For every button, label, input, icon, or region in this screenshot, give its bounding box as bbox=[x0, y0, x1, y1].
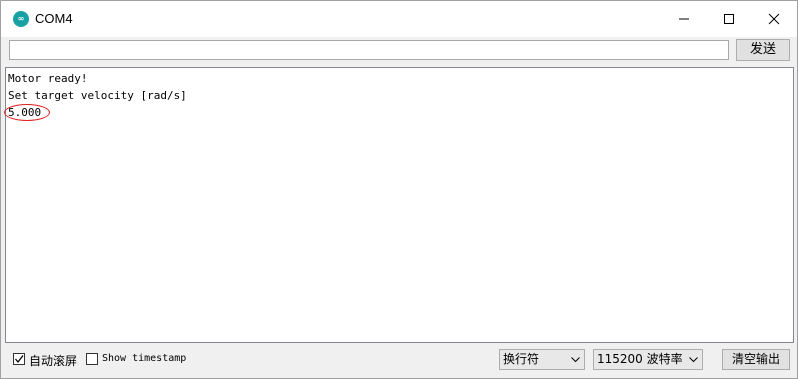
baud-rate-select[interactable]: 115200 波特率 bbox=[593, 349, 703, 370]
minimize-button[interactable] bbox=[661, 1, 707, 37]
chevron-down-icon bbox=[571, 357, 580, 363]
serial-monitor-window: ∞ COM4 发送 Motor ready! Set target veloci… bbox=[0, 0, 798, 379]
maximize-button[interactable] bbox=[706, 1, 752, 37]
baud-rate-value: 115200 波特率 bbox=[597, 352, 683, 366]
checkmark-icon bbox=[15, 355, 24, 364]
title-bar: ∞ COM4 bbox=[1, 1, 797, 37]
line-ending-select[interactable]: 换行符 bbox=[499, 349, 585, 370]
autoscroll-checkbox[interactable] bbox=[13, 353, 25, 365]
minimize-icon bbox=[679, 18, 689, 20]
window-title: COM4 bbox=[35, 11, 73, 26]
clear-output-button[interactable]: 清空输出 bbox=[722, 349, 790, 370]
bottom-toolbar: 自动滚屏 Show timestamp 换行符 115200 波特率 清空输出 bbox=[1, 345, 797, 378]
send-button[interactable]: 发送 bbox=[736, 39, 790, 61]
timestamp-checkbox[interactable] bbox=[86, 353, 98, 365]
arduino-infinity-icon: ∞ bbox=[13, 11, 29, 27]
chevron-down-icon bbox=[689, 357, 698, 363]
highlighted-value: 5.000 bbox=[3, 104, 51, 121]
send-row: 发送 bbox=[1, 37, 797, 65]
timestamp-label: Show timestamp bbox=[102, 353, 187, 364]
autoscroll-label: 自动滚屏 bbox=[29, 354, 78, 368]
close-icon bbox=[768, 13, 780, 25]
maximize-icon bbox=[724, 14, 734, 24]
close-button[interactable] bbox=[751, 1, 797, 37]
output-line: Set target velocity [rad/s] bbox=[8, 89, 187, 102]
send-input[interactable] bbox=[9, 40, 729, 60]
output-line: Motor ready! bbox=[8, 72, 88, 85]
line-ending-value: 换行符 bbox=[503, 352, 540, 366]
serial-output-area[interactable]: Motor ready! Set target velocity [rad/s]… bbox=[3, 67, 794, 343]
output-line-highlighted: 5.000 bbox=[3, 104, 791, 121]
